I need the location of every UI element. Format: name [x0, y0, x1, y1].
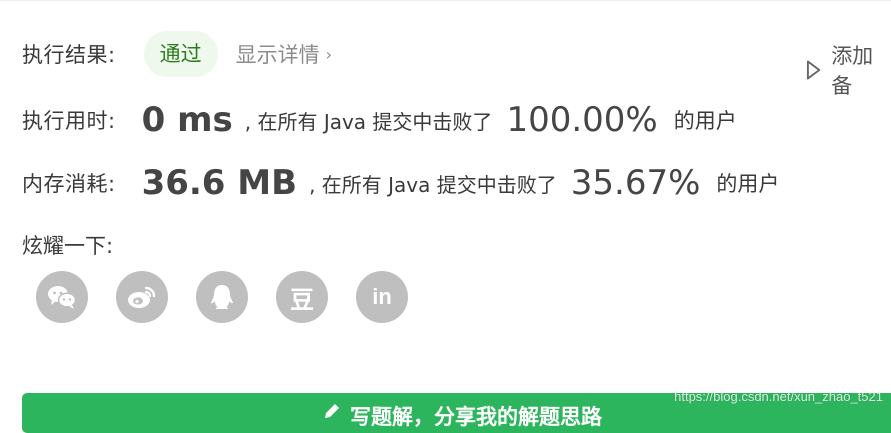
share-weibo-button[interactable]	[116, 271, 168, 323]
show-details-label: 显示详情	[235, 43, 320, 67]
memory-percent: 35.67%	[570, 163, 701, 203]
share-wechat-button[interactable]	[36, 271, 88, 323]
result-label: 执行结果:	[22, 43, 116, 67]
runtime-row: 执行用时: 0 ms , 在所有 Java 提交中击败了 100.00% 的用户	[22, 100, 737, 140]
show-details-link[interactable]: 显示详情 ›	[236, 39, 332, 69]
play-outline-icon	[806, 60, 821, 80]
result-row: 执行结果: 通过 显示详情 ›	[22, 31, 332, 77]
add-note-label: 添加备	[831, 44, 874, 98]
share-label: 炫耀一下:	[22, 234, 114, 258]
runtime-label: 执行用时:	[22, 109, 116, 133]
share-linkedin-button[interactable]: in	[356, 271, 408, 323]
memory-value: 36.6 MB	[141, 163, 298, 203]
pencil-icon	[325, 404, 339, 418]
share-douban-button[interactable]: 豆	[276, 271, 328, 323]
status-badge: 通过	[143, 31, 218, 77]
memory-label: 内存消耗:	[22, 172, 116, 196]
watermark: https://blog.csdn.net/xun_zhao_t521	[674, 389, 883, 404]
linkedin-icon: in	[372, 284, 392, 309]
qq-icon	[211, 285, 233, 309]
weibo-icon	[128, 286, 156, 308]
share-icons: 豆 in	[36, 271, 408, 323]
write-solution-label: 写题解，分享我的解题思路	[350, 405, 602, 429]
runtime-beat-text: , 在所有 Java 提交中击败了	[244, 109, 493, 134]
memory-tail: 的用户	[716, 172, 780, 196]
chevron-right-icon: ›	[325, 44, 332, 64]
douban-icon: 豆	[290, 285, 314, 314]
runtime-tail: 的用户	[673, 109, 737, 133]
wechat-icon	[48, 286, 77, 309]
add-note-button[interactable]: 添加备	[806, 40, 891, 100]
memory-row: 内存消耗: 36.6 MB , 在所有 Java 提交中击败了 35.67% 的…	[22, 163, 779, 203]
memory-beat-text: , 在所有 Java 提交中击败了	[309, 172, 557, 197]
runtime-percent: 100.00%	[506, 100, 658, 140]
share-qq-button[interactable]	[196, 271, 248, 323]
top-divider	[0, 0, 891, 1]
runtime-value: 0 ms	[141, 100, 233, 140]
